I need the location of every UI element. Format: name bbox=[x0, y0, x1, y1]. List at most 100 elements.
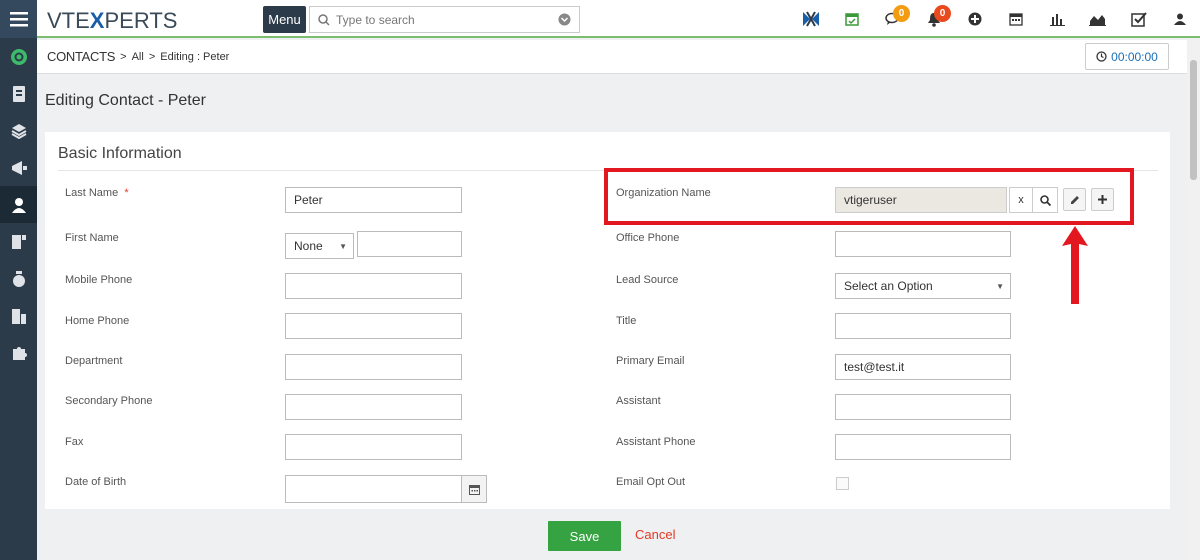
top-icon-group: 0 0 bbox=[790, 0, 1200, 38]
rail-item-sales[interactable] bbox=[0, 260, 37, 297]
vtexperts-icon bbox=[802, 11, 819, 27]
office-phone-input[interactable] bbox=[835, 231, 1011, 257]
target-icon bbox=[10, 48, 27, 65]
rail-item-inventory[interactable] bbox=[0, 112, 37, 149]
assistant-phone-label: Assistant Phone bbox=[616, 436, 696, 448]
last-name-input[interactable]: Peter bbox=[285, 187, 462, 213]
office-phone-label: Office Phone bbox=[616, 232, 680, 244]
hamburger-menu-button[interactable] bbox=[0, 0, 37, 38]
mobile-phone-label: Mobile Phone bbox=[65, 274, 133, 286]
quick-calendar-button[interactable] bbox=[831, 0, 872, 38]
layers-icon bbox=[11, 123, 26, 139]
title-input[interactable] bbox=[835, 313, 1011, 339]
ticket-icon bbox=[11, 234, 26, 249]
email-opt-out-label: Email Opt Out bbox=[616, 476, 686, 488]
email-opt-out-checkbox[interactable] bbox=[836, 477, 849, 490]
area-chart-icon bbox=[1089, 15, 1106, 26]
rail-item-organizations[interactable] bbox=[0, 297, 37, 334]
breadcrumb-bar: CONTACTS > All > Editing : Peter 00:00:0… bbox=[37, 40, 1187, 74]
fax-label: Fax bbox=[65, 436, 84, 448]
title-label: Title bbox=[616, 315, 637, 327]
app-rail bbox=[0, 0, 37, 560]
primary-email-label: Primary Email bbox=[616, 355, 685, 367]
chevron-down-circle-icon[interactable] bbox=[558, 13, 571, 26]
timer-value: 00:00:00 bbox=[1111, 49, 1158, 64]
mobile-phone-input[interactable] bbox=[285, 273, 462, 299]
assistant-phone-input[interactable] bbox=[835, 434, 1011, 460]
user-icon bbox=[11, 197, 26, 213]
rail-item-contacts-book[interactable] bbox=[0, 75, 37, 112]
chat-badge: 0 bbox=[893, 5, 910, 22]
quick-create-button[interactable] bbox=[954, 0, 995, 38]
first-name-label: First Name bbox=[65, 232, 119, 244]
vtexperts-button[interactable] bbox=[790, 0, 831, 38]
rail-item-essentials[interactable] bbox=[0, 38, 37, 75]
money-bag-icon bbox=[12, 270, 25, 287]
home-phone-input[interactable] bbox=[285, 313, 462, 339]
rail-item-support[interactable] bbox=[0, 223, 37, 260]
home-phone-label: Home Phone bbox=[65, 315, 130, 327]
scrollbar-thumb[interactable] bbox=[1190, 60, 1197, 180]
breadcrumb-separator: > bbox=[120, 50, 127, 63]
date-of-birth-input[interactable] bbox=[285, 475, 462, 503]
breadcrumb-all[interactable]: All bbox=[132, 51, 144, 63]
calendar-button[interactable] bbox=[995, 0, 1036, 38]
page-title: Editing Contact - Peter bbox=[45, 92, 206, 109]
task-check-icon bbox=[1130, 11, 1147, 27]
required-marker: * bbox=[124, 187, 129, 199]
first-name-input[interactable] bbox=[357, 231, 462, 257]
breadcrumb-separator: > bbox=[148, 50, 156, 63]
notifications-badge: 0 bbox=[934, 5, 951, 22]
megaphone-icon bbox=[11, 160, 27, 175]
calendar-check-icon bbox=[844, 13, 859, 26]
lead-source-label: Lead Source bbox=[616, 274, 679, 286]
user-profile-button[interactable] bbox=[1159, 0, 1200, 38]
secondary-phone-input[interactable] bbox=[285, 394, 462, 420]
cancel-link[interactable]: Cancel bbox=[635, 527, 675, 542]
dropdown-arrow-icon: ▼ bbox=[996, 282, 1004, 291]
search-icon bbox=[318, 13, 330, 26]
lead-source-select[interactable]: Select an Option ▼ bbox=[835, 273, 1011, 299]
plus-circle-icon bbox=[968, 12, 981, 26]
salutation-select[interactable]: None ▼ bbox=[285, 233, 354, 259]
department-input[interactable] bbox=[285, 354, 462, 380]
global-search-input[interactable]: Type to search bbox=[309, 6, 580, 33]
bar-chart-icon bbox=[1049, 14, 1065, 26]
save-button[interactable]: Save bbox=[548, 521, 621, 551]
form-footer: Save Cancel bbox=[37, 509, 1187, 560]
department-label: Department bbox=[65, 355, 123, 367]
timer-button[interactable]: 00:00:00 bbox=[1085, 43, 1169, 70]
reports-button[interactable] bbox=[1036, 0, 1077, 38]
primary-email-input[interactable]: test@test.it bbox=[835, 354, 1011, 380]
date-picker-button[interactable] bbox=[461, 475, 487, 503]
notifications-button[interactable]: 0 bbox=[913, 0, 954, 38]
top-bar: VTEXPERTS Menu Type to search 0 0 bbox=[37, 0, 1200, 38]
dropdown-arrow-icon: ▼ bbox=[339, 242, 347, 251]
dashboard-button[interactable] bbox=[1077, 0, 1118, 38]
page-scrollbar[interactable] bbox=[1187, 40, 1200, 560]
salutation-value: None bbox=[294, 239, 323, 253]
section-title: Basic Information bbox=[58, 145, 182, 162]
calendar-icon bbox=[1008, 13, 1023, 26]
assistant-input[interactable] bbox=[835, 394, 1011, 420]
rail-item-extensions[interactable] bbox=[0, 334, 37, 371]
user-icon bbox=[1173, 13, 1186, 25]
assistant-label: Assistant bbox=[616, 395, 661, 407]
rail-item-contacts[interactable] bbox=[0, 186, 37, 223]
last-name-label: Last Name * bbox=[65, 187, 129, 199]
breadcrumb-module[interactable]: CONTACTS bbox=[47, 49, 115, 64]
calendar-icon bbox=[468, 484, 480, 495]
chat-button[interactable]: 0 bbox=[872, 0, 913, 38]
fax-input[interactable] bbox=[285, 434, 462, 460]
annotation-arrow-icon bbox=[1062, 226, 1088, 304]
rail-item-marketing[interactable] bbox=[0, 149, 37, 186]
brand-logo[interactable]: VTEXPERTS bbox=[47, 8, 177, 34]
breadcrumb-current: Editing : Peter bbox=[160, 50, 230, 63]
puzzle-icon bbox=[12, 346, 27, 360]
lead-source-value: Select an Option bbox=[844, 279, 933, 293]
menu-button[interactable]: Menu bbox=[263, 6, 306, 33]
highlight-box bbox=[604, 168, 1134, 225]
building-icon bbox=[11, 308, 26, 324]
secondary-phone-label: Secondary Phone bbox=[65, 395, 153, 407]
tasks-button[interactable] bbox=[1118, 0, 1159, 38]
